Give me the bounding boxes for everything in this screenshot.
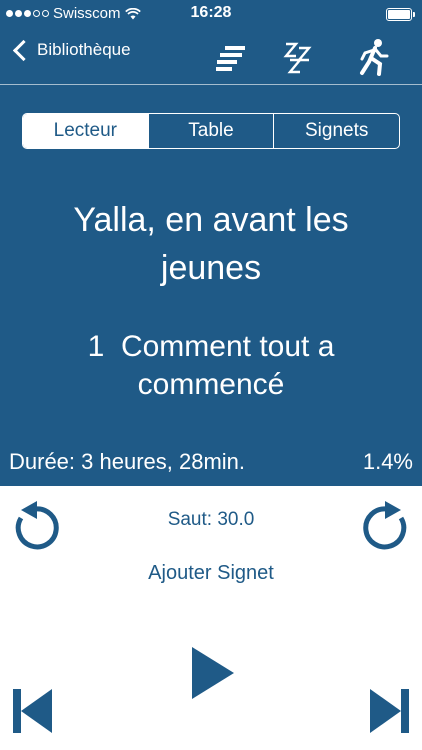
duration-label: Durée: 3 heures, 28min. bbox=[9, 449, 246, 474]
view-segmented-control: Lecteur Table Signets bbox=[22, 113, 400, 149]
sleep-timer-icon[interactable] bbox=[280, 38, 320, 76]
next-track-icon[interactable] bbox=[368, 688, 410, 734]
tab-lecteur[interactable]: Lecteur bbox=[23, 114, 148, 148]
add-bookmark-button[interactable]: Ajouter Signet bbox=[110, 562, 312, 585]
chapters-icon[interactable] bbox=[212, 38, 252, 76]
progress-percent: 1.4% bbox=[362, 449, 413, 474]
back-label: Bibliothèque bbox=[37, 40, 131, 59]
previous-track-icon[interactable] bbox=[12, 688, 54, 734]
status-time: 16:28 bbox=[190, 4, 232, 21]
chapter-number: 1 bbox=[87, 330, 105, 363]
status-bar: Swisscom 16:28 bbox=[0, 0, 422, 30]
tab-signets[interactable]: Signets bbox=[273, 114, 399, 148]
player-header-panel: Swisscom 16:28 Bibliothèque Lecteur Tabl… bbox=[0, 0, 422, 486]
battery-icon bbox=[386, 8, 415, 21]
chapter-heading: 1 Comment tout a commencé bbox=[20, 328, 402, 404]
tab-table[interactable]: Table bbox=[147, 114, 274, 148]
jump-interval-label: Saut: 30.0 bbox=[167, 509, 255, 530]
play-icon[interactable] bbox=[190, 645, 236, 701]
chapter-title: Comment tout a commencé bbox=[120, 330, 335, 401]
book-title: Yalla, en avant les jeunes bbox=[73, 201, 349, 287]
back-button[interactable]: Bibliothèque bbox=[10, 39, 131, 61]
running-figure-icon[interactable] bbox=[354, 38, 394, 76]
skip-forward-icon[interactable] bbox=[360, 500, 414, 554]
navigation-bar: Bibliothèque bbox=[0, 30, 422, 85]
chevron-left-icon bbox=[12, 39, 35, 61]
